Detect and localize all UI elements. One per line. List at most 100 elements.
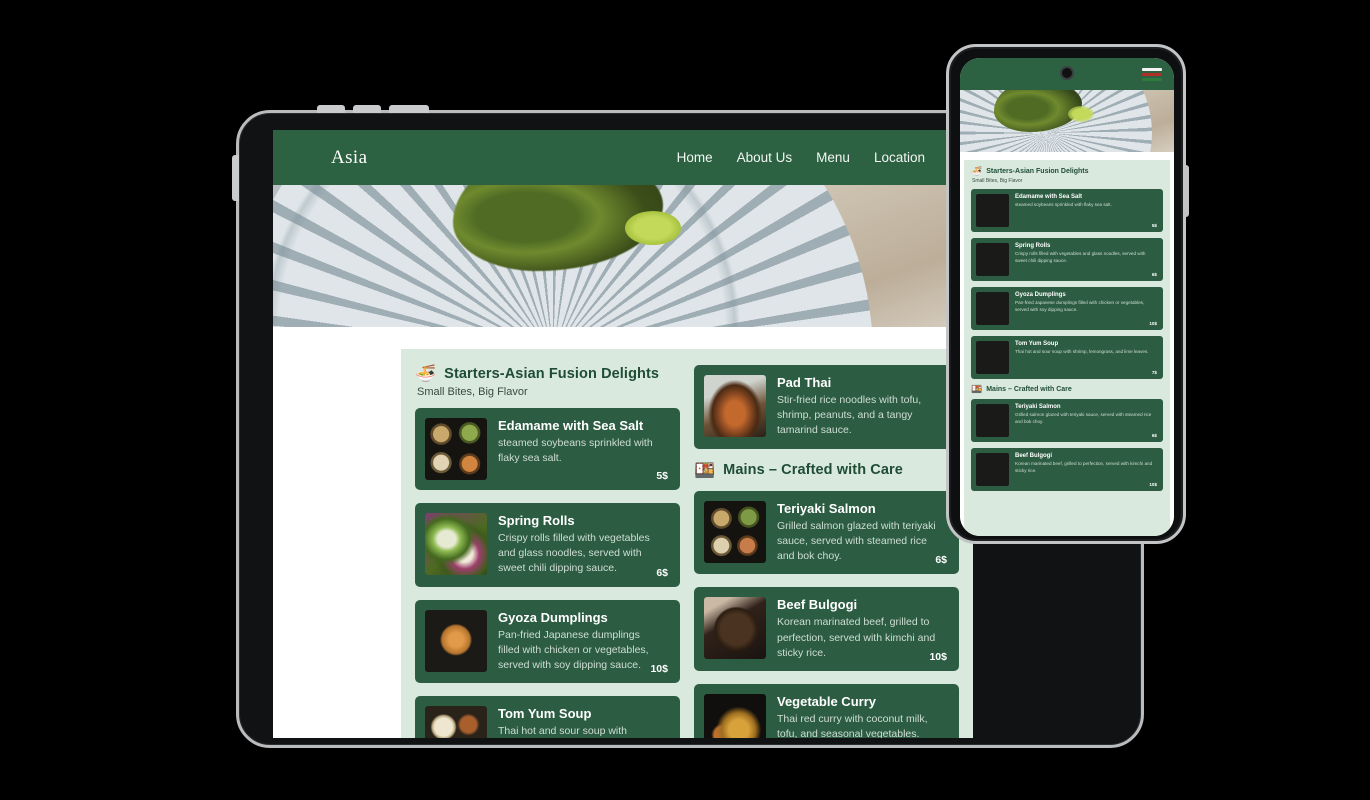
menu-item-description: steamed soybeans sprinkled with flaky se… (498, 437, 653, 465)
menu-card-body: Teriyaki Salmon Grilled salmon glazed wi… (1015, 404, 1157, 437)
menu-item-price: 10$ (1149, 321, 1157, 326)
menu-item-description: Grilled salmon glazed with teriyaki sauc… (777, 519, 936, 563)
menu-card-edamame[interactable]: Edamame with Sea Salt steamed soybeans s… (415, 408, 680, 490)
menu-card-body: Beef Bulgogi Korean marinated beef, gril… (1015, 453, 1157, 486)
menu-card-body: Tom Yum Soup Thai hot and sour soup with… (498, 706, 668, 738)
menu-item-price: 6$ (935, 554, 947, 567)
phone-menu-card-edamame[interactable]: Edamame with Sea Salt steamed soybeans s… (971, 189, 1163, 232)
menu-item-image (704, 693, 766, 738)
phone-section-header-starters: 🍜 Starters-Asian Fusion Delights (971, 167, 1163, 176)
menu-card-body: Beef Bulgogi Korean marinated beef, gril… (777, 597, 947, 661)
menu-column-starters: 🍜 Starters-Asian Fusion Delights Small B… (415, 365, 680, 738)
menu-item-image (976, 341, 1009, 374)
nav-link-home[interactable]: Home (677, 150, 713, 165)
phone-button-power[interactable] (1183, 165, 1189, 217)
menu-item-price: 10$ (929, 650, 947, 663)
hero-food-photo (273, 185, 973, 327)
phone-menu-card-spring-rolls[interactable]: Spring Rolls Crispy rolls filled with ve… (971, 238, 1163, 281)
menu-item-title: Spring Rolls (1015, 243, 1051, 249)
menu-item-description: Thai hot and sour soup with shrimp, lemo… (1015, 349, 1149, 354)
site-brand-logo[interactable]: Asia (331, 147, 367, 169)
menu-card-body: Teriyaki Salmon Grilled salmon glazed wi… (777, 501, 947, 565)
menu-item-title: Pad Thai (777, 375, 832, 390)
phone-menu-wrapper: 🍜 Starters-Asian Fusion Delights Small B… (960, 152, 1174, 536)
menu-item-description: Crispy rolls filled with vegetables and … (498, 532, 650, 575)
phone-menu-card-teriyaki-salmon[interactable]: Teriyaki Salmon Grilled salmon glazed wi… (971, 399, 1163, 442)
menu-card-body: Edamame with Sea Salt steamed soybeans s… (1015, 194, 1112, 227)
phone-hero-banner (960, 90, 1174, 152)
menu-item-price: 6$ (1151, 272, 1157, 277)
hamburger-line (1142, 72, 1162, 76)
menu-item-image (704, 597, 766, 660)
menu-column-mains: Pad Thai Stir-fried rice noodles with to… (694, 365, 959, 738)
menu-item-description: Thai hot and sour soup with shrimp, lemo… (498, 725, 627, 738)
front-camera-icon (1060, 66, 1074, 80)
menu-card-gyoza[interactable]: Gyoza Dumplings Pan-fried Japanese dumpl… (415, 599, 680, 684)
hamburger-line (1142, 77, 1162, 81)
menu-card-spring-rolls[interactable]: Spring Rolls Crispy rolls filled with ve… (415, 503, 680, 587)
phone-navbar (960, 58, 1174, 90)
menu-card-vegetable-curry[interactable]: Vegetable Curry Thai red curry with coco… (694, 683, 959, 738)
hamburger-menu-icon[interactable] (1142, 67, 1162, 81)
menu-item-price: 10$ (650, 663, 668, 676)
menu-item-price: 6$ (1151, 433, 1157, 438)
menu-card-body: Gyoza Dumplings Pan-fried Japanese dumpl… (498, 610, 668, 674)
menu-item-title: Spring Rolls (498, 513, 575, 528)
menu-item-title: Teriyaki Salmon (1015, 404, 1061, 410)
menu-item-description: Thai red curry with coconut milk, tofu, … (777, 712, 928, 738)
phone-section-title-starters: Starters-Asian Fusion Delights (986, 168, 1089, 175)
hero-sauce-drizzle (625, 211, 681, 245)
menu-card-body: Spring Rolls Crispy rolls filled with ve… (498, 513, 668, 577)
menu-card-body: Spring Rolls Crispy rolls filled with ve… (1015, 243, 1157, 276)
menu-item-title: Beef Bulgogi (1015, 453, 1052, 459)
phone-hero-sauce-drizzle (1068, 106, 1094, 122)
menu-card-body: Vegetable Curry Thai red curry with coco… (777, 694, 947, 738)
menu-card-body: Tom Yum Soup Thai hot and sour soup with… (1015, 341, 1149, 374)
menu-item-description: Pan-fried Japanese dumplings filled with… (498, 628, 649, 672)
section-title-mains: Mains – Crafted with Care (723, 462, 903, 479)
menu-item-price: 10$ (1149, 482, 1157, 487)
menu-item-title: Gyoza Dumplings (498, 609, 608, 625)
menu-item-description: steamed soybeans sprinkled with flaky se… (1015, 202, 1112, 207)
section-header-mains: 🍱 Mains – Crafted with Care (694, 462, 959, 479)
menu-item-image (425, 706, 487, 738)
nav-link-location[interactable]: Location (874, 150, 925, 165)
main-navigation: Home About Us Menu Location (677, 150, 925, 165)
menu-item-price: 7$ (1151, 370, 1157, 375)
menu-item-image (976, 404, 1009, 437)
phone-screen: 🍜 Starters-Asian Fusion Delights Small B… (960, 58, 1174, 536)
menu-item-description: Grilled salmon glazed with teriyaki sauc… (1015, 412, 1152, 424)
nav-link-menu[interactable]: Menu (816, 150, 850, 165)
menu-item-image (425, 513, 487, 575)
menu-card-body: Pad Thai Stir-fried rice noodles with to… (777, 375, 947, 439)
phone-menu-card-tom-yum[interactable]: Tom Yum Soup Thai hot and sour soup with… (971, 336, 1163, 379)
menu-item-title: Teriyaki Salmon (777, 500, 876, 516)
tablet-button-side[interactable] (232, 155, 239, 201)
phone-section-subtitle-starters: Small Bites, Big Flavor (972, 178, 1023, 184)
menu-item-description: Stir-fried rice noodles with tofu, shrim… (777, 394, 922, 437)
menu-item-description: Korean marinated beef, grilled to perfec… (777, 616, 936, 659)
steaming-bowl-icon: 🍜 (415, 364, 437, 383)
menu-panel: 🍜 Starters-Asian Fusion Delights Small B… (401, 349, 973, 738)
phone-menu-card-gyoza[interactable]: Gyoza Dumplings Pan-fried Japanese dumpl… (971, 287, 1163, 330)
menu-card-teriyaki-salmon[interactable]: Teriyaki Salmon Grilled salmon glazed wi… (694, 490, 959, 575)
menu-card-tom-yum[interactable]: Tom Yum Soup Thai hot and sour soup with… (415, 696, 680, 738)
menu-item-description: Crispy rolls filled with vegetables and … (1015, 251, 1146, 263)
tablet-button-power[interactable] (389, 105, 429, 113)
tablet-button-volume-down[interactable] (353, 105, 381, 113)
section-subtitle-starters: Small Bites, Big Flavor (417, 386, 528, 398)
section-title-starters: Starters-Asian Fusion Delights (444, 365, 660, 382)
menu-card-beef-bulgogi[interactable]: Beef Bulgogi Korean marinated beef, gril… (694, 587, 959, 671)
nav-link-about-us[interactable]: About Us (737, 150, 793, 165)
menu-item-image (704, 500, 766, 563)
tablet-button-volume-up[interactable] (317, 105, 345, 113)
menu-card-pad-thai[interactable]: Pad Thai Stir-fried rice noodles with to… (694, 365, 959, 449)
menu-item-image (976, 292, 1009, 325)
steaming-bowl-icon: 🍜 (971, 166, 983, 176)
menu-card-body: Edamame with Sea Salt steamed soybeans s… (498, 418, 668, 480)
section-header-starters: 🍜 Starters-Asian Fusion Delights (415, 365, 680, 382)
menu-item-title: Tom Yum Soup (1015, 341, 1059, 347)
menu-item-title: Edamame with Sea Salt (498, 418, 644, 433)
phone-menu-card-beef-bulgogi[interactable]: Beef Bulgogi Korean marinated beef, gril… (971, 448, 1163, 491)
menu-item-price: 6$ (656, 566, 668, 579)
